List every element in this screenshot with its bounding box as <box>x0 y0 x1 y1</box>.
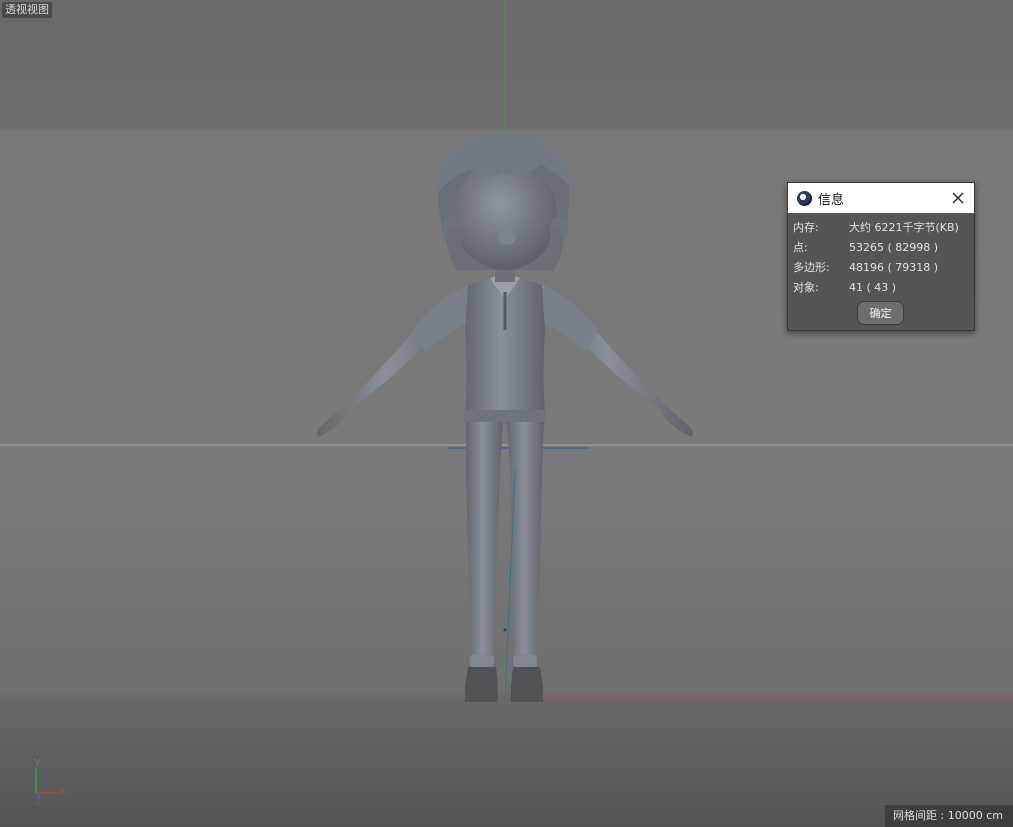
head <box>453 160 557 270</box>
ok-button[interactable]: 确定 <box>857 301 904 325</box>
info-value: 48196 ( 79318 ) <box>849 260 939 274</box>
info-row-polygons: 多边形: 48196 ( 79318 ) <box>793 257 974 277</box>
gizmo-y-label: Y <box>34 758 41 769</box>
right-leg <box>507 422 544 660</box>
belt <box>464 410 546 424</box>
info-dialog-body: 内存: 大约 6221千字节(KB) 点: 53265 ( 82998 ) 多边… <box>788 213 974 297</box>
nose <box>498 229 516 245</box>
info-row-points: 点: 53265 ( 82998 ) <box>793 237 974 257</box>
perspective-viewport[interactable]: 透视视图 Y X Z 网格间距 : 10000 cm 信息 内存: 大约 622… <box>0 0 1013 827</box>
info-value: 大约 6221千字节(KB) <box>849 221 959 234</box>
character-model <box>317 132 693 702</box>
axis-gizmo: Y X Z <box>34 758 66 805</box>
gizmo-z-label: Z <box>35 796 41 805</box>
info-key: 内存: <box>793 221 819 234</box>
cinema4d-logo-icon <box>797 190 812 206</box>
info-dialog-titlebar[interactable]: 信息 <box>788 183 974 213</box>
left-sleeve <box>412 283 472 352</box>
info-row-memory: 内存: 大约 6221千字节(KB) <box>793 217 974 237</box>
info-key: 多边形: <box>793 261 830 274</box>
right-sleeve <box>538 283 598 352</box>
close-icon <box>952 192 964 204</box>
left-cuff <box>470 655 494 667</box>
left-shoe <box>464 667 498 702</box>
object-pivot <box>503 628 507 632</box>
view-label[interactable]: 透视视图 <box>2 2 52 18</box>
scene-canvas[interactable] <box>0 0 1013 827</box>
info-key: 点: <box>793 241 808 254</box>
right-shoe <box>510 667 544 702</box>
info-value: 53265 ( 82998 ) <box>849 240 939 254</box>
info-row-objects: 对象: 41 ( 43 ) <box>793 277 974 297</box>
right-cuff <box>513 655 537 667</box>
grid-spacing-readout: 网格间距 : 10000 cm <box>885 805 1013 827</box>
info-value: 41 ( 43 ) <box>849 280 897 294</box>
info-dialog-title: 信息 <box>818 192 845 208</box>
info-key: 对象: <box>793 281 819 294</box>
close-button[interactable] <box>946 186 970 210</box>
gizmo-x-label: X <box>59 786 66 797</box>
info-dialog: 信息 内存: 大约 6221千字节(KB) 点: 53265 ( 82998 )… <box>787 182 975 331</box>
left-leg <box>466 422 503 660</box>
